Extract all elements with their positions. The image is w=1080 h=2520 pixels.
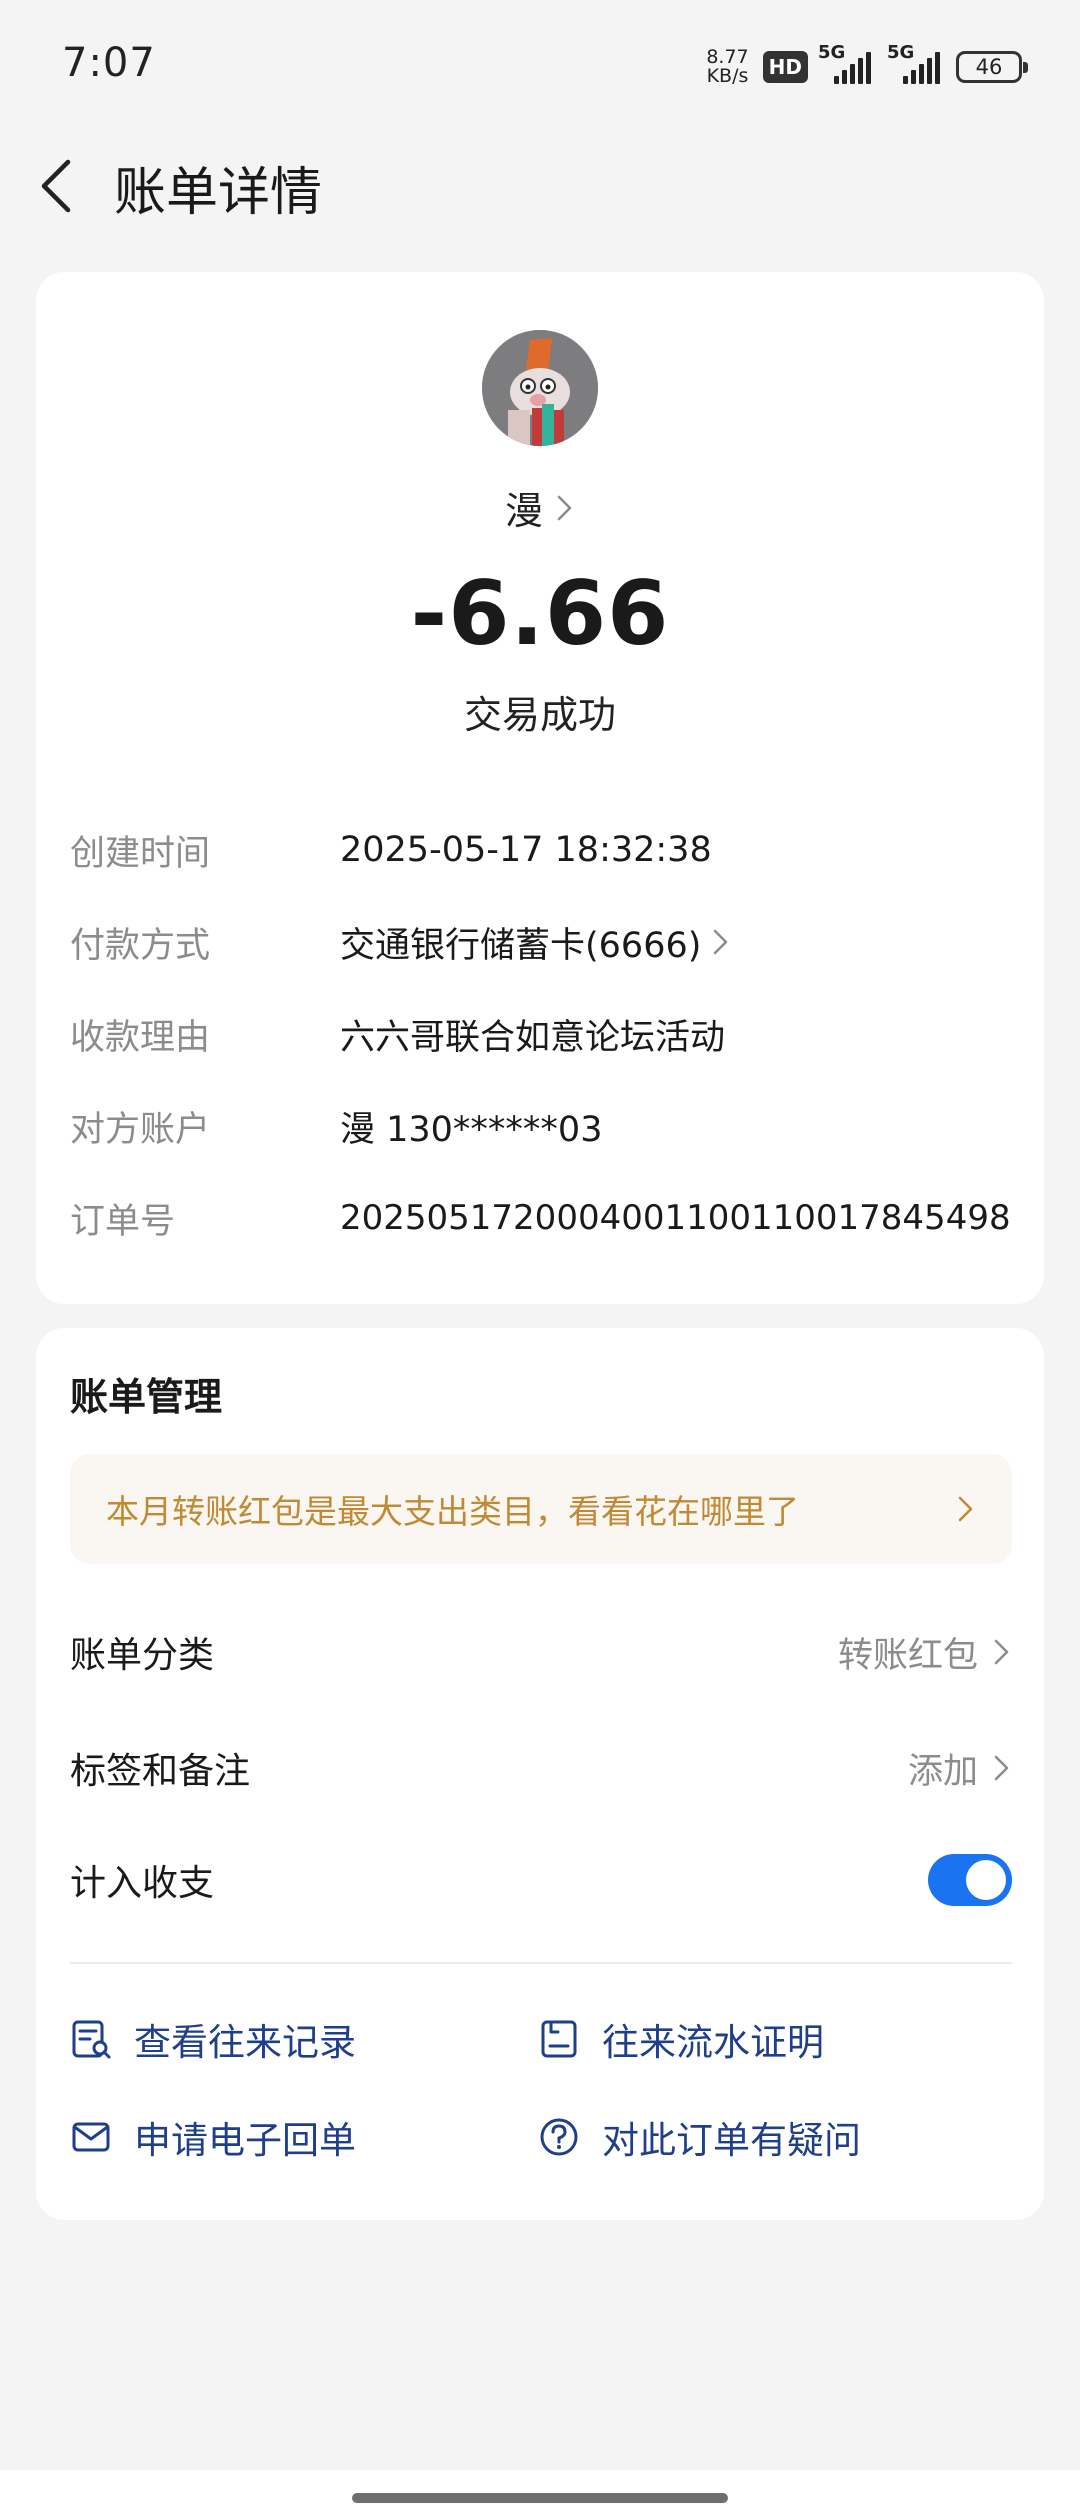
detail-value: 交通银行储蓄卡(6666): [340, 917, 731, 968]
statement-proof-label: 往来流水证明: [602, 2021, 824, 2064]
home-indicator[interactable]: [352, 2493, 728, 2503]
signal-icon-sim2: 5G: [887, 42, 940, 84]
signal-icon-sim1: 5G: [818, 42, 871, 84]
statement-proof-button[interactable]: 往来流水证明: [538, 2012, 824, 2066]
order-question-label: 对此订单有疑问: [602, 2119, 861, 2162]
bill-category-value-group: 转账红包: [838, 1627, 1012, 1678]
detail-label: 收款理由: [70, 1017, 211, 1058]
detail-row-counterparty: 对方账户 漫 130******03: [70, 1080, 1020, 1172]
detail-value: 2025051720004001100110017845498: [340, 1198, 1011, 1238]
chevron-right-icon: [714, 929, 728, 955]
chevron-left-icon[interactable]: [34, 156, 82, 216]
detail-label: 对方账户: [70, 1109, 211, 1150]
detail-row-payment-method[interactable]: 付款方式 交通银行储蓄卡(6666): [70, 896, 1020, 988]
detail-value: 2025-05-17 18:32:38: [340, 830, 712, 870]
detail-label: 订单号: [70, 1201, 176, 1242]
mail-icon: [72, 2122, 110, 2152]
detail-label: 付款方式: [70, 925, 211, 966]
order-question-button[interactable]: 对此订单有疑问: [538, 2110, 861, 2164]
divider: [70, 1962, 1012, 1964]
battery-level: 46: [975, 55, 1003, 79]
payee-link[interactable]: 漫: [36, 480, 1044, 535]
bill-category-value: 转账红包: [837, 1635, 978, 1676]
detail-row-created-time: 创建时间 2025-05-17 18:32:38: [70, 804, 1020, 896]
tags-notes-value: 添加: [907, 1751, 978, 1792]
tags-notes-row[interactable]: 标签和备注 添加: [70, 1718, 1012, 1818]
chevron-right-icon: [994, 1755, 1009, 1781]
header: 账单详情: [0, 130, 1080, 240]
chevron-right-icon: [958, 1496, 973, 1522]
spending-insight-banner[interactable]: 本月转账红包是最大支出类目，看看花在哪里了: [70, 1454, 1012, 1564]
avatar[interactable]: [482, 330, 598, 446]
bill-management-card: 账单管理 本月转账红包是最大支出类目，看看花在哪里了 账单分类 转账红包 标签和…: [36, 1328, 1044, 2220]
network-speed-unit: KB/s: [706, 65, 749, 87]
network-speed: 8.77 KB/s: [706, 48, 748, 86]
transaction-card: 漫 -6.66 交易成功 创建时间 2025-05-17 18:32:38 付款…: [36, 272, 1044, 1304]
detail-value: 六六哥联合如意论坛活动: [340, 1017, 726, 1058]
include-in-budget-toggle[interactable]: [928, 1854, 1012, 1906]
payment-method-value: 交通银行储蓄卡(6666): [340, 925, 702, 966]
view-history-button[interactable]: 查看往来记录: [70, 2012, 356, 2066]
hd-icon: HD: [762, 51, 808, 83]
view-history-label: 查看往来记录: [134, 2021, 356, 2064]
page-title: 账单详情: [114, 163, 323, 223]
avatar-image: [482, 330, 598, 446]
request-receipt-button[interactable]: 申请电子回单: [70, 2110, 356, 2164]
bill-category-row[interactable]: 账单分类 转账红包: [70, 1602, 1012, 1702]
include-in-budget-row: 计入收支: [70, 1830, 1012, 1930]
sim2-network-label: 5G: [887, 42, 915, 63]
record-search-icon: [72, 2020, 111, 2059]
toggle-knob: [966, 1860, 1006, 1900]
statement-icon: [541, 2020, 577, 2058]
detail-row-reason: 收款理由 六六哥联合如意论坛活动: [70, 988, 1020, 1080]
transaction-details: 创建时间 2025-05-17 18:32:38 付款方式 交通银行储蓄卡(66…: [70, 804, 1020, 1264]
include-in-budget-label: 计入收支: [70, 1863, 215, 1904]
chevron-right-icon: [994, 1639, 1009, 1665]
request-receipt-label: 申请电子回单: [134, 2119, 356, 2162]
detail-row-order-number: 订单号 2025051720004001100110017845498: [70, 1172, 1020, 1264]
payee-name: 漫: [504, 489, 543, 533]
transaction-amount: -6.66: [410, 562, 670, 665]
status-bar: 7:07 8.77 KB/s HD 5G 5G 46: [0, 0, 1080, 130]
tags-notes-value-group: 添加: [908, 1743, 1012, 1794]
section-title: 账单管理: [70, 1375, 223, 1419]
promo-text: 本月转账红包是最大支出类目，看看花在哪里了: [106, 1492, 799, 1531]
tags-notes-label: 标签和备注: [70, 1751, 251, 1792]
status-time: 7:07: [62, 40, 156, 86]
sim1-network-label: 5G: [818, 42, 846, 63]
status-icons: 8.77 KB/s HD 5G 5G 46: [706, 42, 1028, 90]
chevron-right-icon: [557, 495, 572, 520]
question-icon: [540, 2118, 578, 2156]
transaction-status: 交易成功: [463, 693, 616, 737]
battery-icon: 46: [956, 51, 1028, 83]
detail-value: 漫 130******03: [340, 1109, 603, 1150]
bill-category-label: 账单分类: [70, 1635, 215, 1676]
detail-label: 创建时间: [70, 833, 211, 874]
